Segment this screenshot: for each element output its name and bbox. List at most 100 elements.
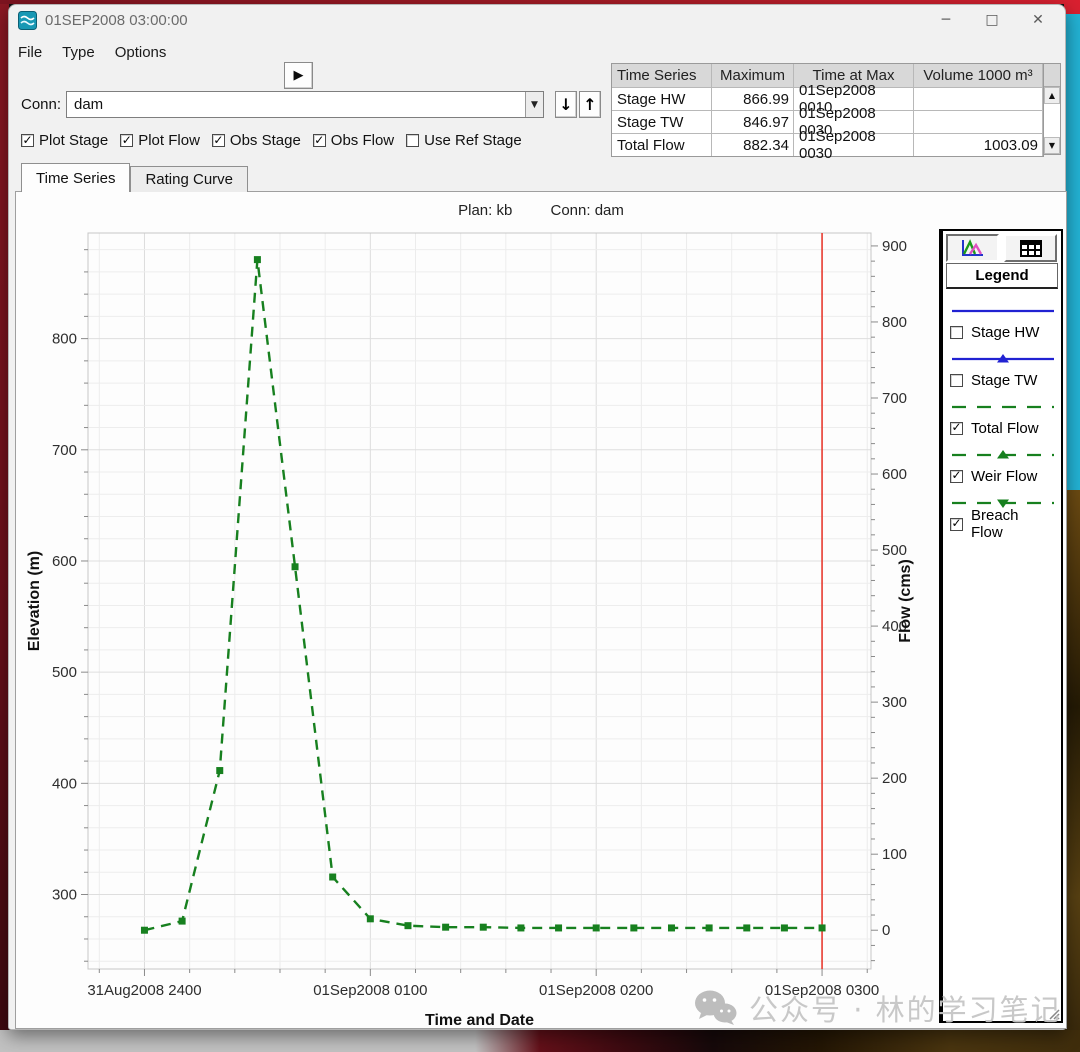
plot-border [88, 233, 871, 969]
table-cell-time-at-max: 01Sep2008 0030 [794, 134, 913, 156]
option-use-ref-stage[interactable]: Use Ref Stage [406, 132, 522, 149]
x-axis-tick-label: 01Sep2008 0100 [313, 982, 427, 999]
minimize-button[interactable]: ─ [923, 5, 969, 35]
series-marker [329, 874, 336, 881]
left-axis-tick-label: 500 [52, 664, 77, 681]
legend-item-total-flow: ✓Total Flow [950, 400, 1054, 437]
check-icon: ✓ [951, 469, 961, 481]
app-icon [18, 11, 37, 30]
series-marker [442, 924, 449, 931]
legend-item-weir-flow: ✓ Weir Flow [950, 448, 1054, 485]
legend-checkbox[interactable] [950, 374, 963, 387]
table-view-button[interactable] [1004, 234, 1057, 262]
legend-checkbox[interactable]: ✓ [950, 422, 963, 435]
menu-file[interactable]: File [16, 41, 44, 64]
conn-combobox[interactable]: dam ▼ [66, 91, 544, 118]
option-obs-stage[interactable]: ✓Obs Stage [212, 132, 301, 149]
legend-items: Stage HWStage TW✓Total Flow✓Weir Flow✓Br… [943, 289, 1061, 533]
conn-value: dam [67, 96, 525, 113]
table-cell-maximum: 866.99 [712, 88, 793, 110]
left-axis-tick-label: 600 [52, 553, 77, 570]
series-marker [254, 256, 261, 263]
legend-item-stage-tw: Stage TW [950, 352, 1054, 389]
right-axis-tick-label: 700 [882, 390, 907, 407]
right-axis-title: Flow (cms) [897, 559, 914, 643]
summary-table-scrollbar[interactable]: ▲ ▼ [1043, 63, 1061, 155]
checkbox-icon[interactable] [406, 134, 419, 147]
table-cell-series: Stage HW [612, 88, 711, 110]
option-label: Plot Stage [39, 132, 108, 149]
legend-line-sample-svg [950, 401, 1056, 413]
table-cell-series: Total Flow [612, 134, 711, 156]
series-line-total-flow [144, 260, 822, 931]
legend-title: Legend [946, 263, 1058, 289]
option-plot-flow[interactable]: ✓Plot Flow [120, 132, 200, 149]
next-connection-button[interactable]: ↓ [555, 91, 577, 118]
table-cell-maximum: 882.34 [712, 134, 793, 156]
combobox-dropdown-icon[interactable]: ▼ [525, 92, 543, 117]
option-obs-flow[interactable]: ✓ Obs Flow [313, 132, 394, 149]
legend-line-sample-svg [950, 305, 1056, 317]
legend-item-breach-flow: ✓Breach Flow [950, 496, 1054, 533]
series-marker [179, 918, 186, 925]
legend-checkbox[interactable]: ✓ [950, 470, 963, 483]
previous-connection-button[interactable]: ↑ [579, 91, 601, 118]
table-header-cell: Maximum [712, 64, 793, 87]
right-axis-tick-label: 0 [882, 922, 890, 939]
legend-view-buttons [946, 234, 1058, 262]
chart-view-icon [960, 238, 985, 258]
legend-item-row: Stage TW [950, 371, 1054, 389]
check-icon: ✓ [951, 517, 961, 529]
menu-type[interactable]: Type [60, 41, 97, 64]
checkbox-icon[interactable]: ✓ [21, 134, 34, 147]
series-marker [367, 915, 374, 922]
left-axis-tick-label: 300 [52, 887, 77, 904]
series-marker [593, 924, 600, 931]
legend-item-row: ✓Breach Flow [950, 515, 1054, 533]
conn-label: Conn: [21, 96, 61, 113]
series-marker [743, 924, 750, 931]
legend-line-sample-svg [950, 353, 1056, 365]
scroll-up-icon[interactable]: ▲ [1044, 87, 1060, 104]
right-axis-tick-label: 900 [882, 238, 907, 255]
app-window: 01SEP2008 03:00:00 ─ □ ✕ File Type Optio… [8, 4, 1066, 1030]
menu-options[interactable]: Options [113, 41, 169, 64]
series-marker [706, 924, 713, 931]
option-label: Obs Flow [331, 132, 394, 149]
legend-item-label: Weir Flow [971, 468, 1037, 485]
table-cell-volume [914, 88, 1042, 110]
tab-time-series[interactable]: Time Series [21, 163, 130, 192]
tab-rating-curve[interactable]: Rating Curve [130, 166, 248, 192]
series-marker [404, 922, 411, 929]
legend-item-stage-hw: Stage HW [950, 304, 1054, 341]
legend-line-sample [950, 448, 1054, 460]
scrollbar-track[interactable] [1044, 104, 1060, 137]
desktop-wallpaper-right-red [1064, 0, 1080, 14]
checkbox-icon[interactable]: ✓ [313, 134, 326, 147]
play-animation-button[interactable]: ▶ [284, 62, 313, 89]
title-bar[interactable]: 01SEP2008 03:00:00 ─ □ ✕ [9, 5, 1065, 35]
series-marker [292, 563, 299, 570]
right-axis-tick-label: 800 [882, 314, 907, 331]
chart-view-button[interactable] [946, 234, 999, 262]
maximize-button[interactable]: □ [969, 5, 1015, 35]
check-icon: ✓ [22, 134, 32, 146]
close-button[interactable]: ✕ [1015, 5, 1061, 35]
left-axis-tick-label: 700 [52, 442, 77, 459]
resize-grip-icon[interactable] [1046, 1006, 1060, 1020]
left-axis-tick-label: 800 [52, 331, 77, 348]
checkbox-icon[interactable]: ✓ [212, 134, 225, 147]
axis-ticks [81, 246, 878, 976]
window-title: 01SEP2008 03:00:00 [45, 12, 188, 29]
legend-checkbox[interactable]: ✓ [950, 518, 963, 531]
menu-bar: File Type Options [16, 39, 184, 65]
timeseries-chart: 3004005006007008000100200300400500600700… [17, 193, 933, 1027]
option-plot-stage[interactable]: ✓ Plot Stage [21, 132, 108, 149]
series-marker [630, 924, 637, 931]
legend-checkbox[interactable] [950, 326, 963, 339]
table-cell-volume: 1003.09 [914, 134, 1042, 156]
checkbox-icon[interactable]: ✓ [120, 134, 133, 147]
check-icon: ✓ [122, 134, 132, 146]
scroll-down-icon[interactable]: ▼ [1044, 137, 1060, 154]
check-icon: ✓ [951, 421, 961, 433]
